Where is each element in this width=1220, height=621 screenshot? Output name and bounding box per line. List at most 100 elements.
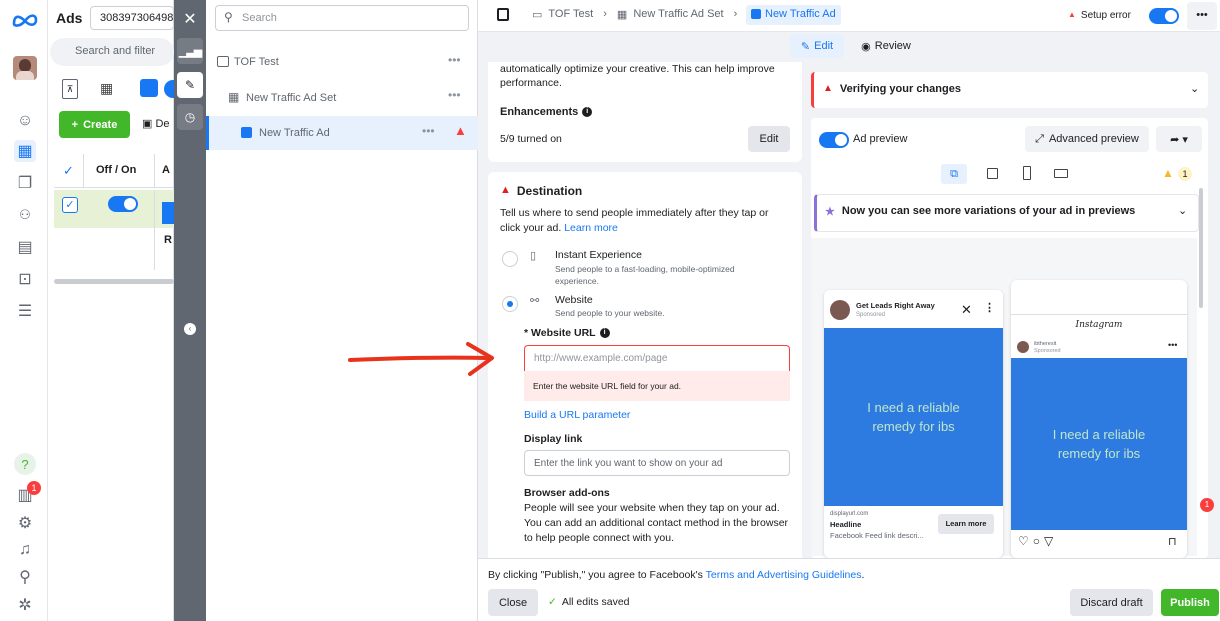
view-toggle[interactable] [164,80,174,98]
help-icon[interactable]: ? [14,453,36,475]
tree-item-ad[interactable]: New Traffic Ad ••• ▲ [206,116,478,150]
more-actions-button[interactable]: ••• [1187,2,1217,30]
website-radio[interactable] [502,296,518,312]
cta-learn-more-button[interactable]: Learn more [938,514,994,534]
share-icon: ➦ ▾ [1170,133,1188,146]
more-horizontal-icon[interactable]: ••• [1168,340,1177,350]
adsets-tab-icon[interactable]: ▦ [100,80,113,97]
breadcrumb-ad[interactable]: New Traffic Ad [746,5,841,25]
chevron-down-icon[interactable]: ⌄ [1178,204,1187,217]
tree-item-adset[interactable]: ▦ New Traffic Ad Set ••• [206,85,478,111]
row-status-toggle[interactable] [108,196,138,212]
website-url-input[interactable]: http://www.example.com/page [524,345,790,371]
advanced-preview-button[interactable]: ⤢ Advanced preview [1025,126,1149,152]
meta-logo-icon[interactable] [12,12,38,28]
placement-all-icon[interactable]: ⧉ [941,164,967,184]
select-all-checkbox[interactable]: ✓ [54,154,84,188]
learn-more-link[interactable]: Learn more [564,222,618,234]
publish-button[interactable]: Publish [1161,589,1219,616]
plus-icon: + [71,118,79,131]
enhancements-title: Enhancements [500,106,579,118]
info-icon[interactable]: i [599,328,610,338]
audiences-icon[interactable]: ⚇ [14,204,36,226]
bell-icon[interactable]: ♫ [14,539,36,561]
more-options-icon[interactable]: ••• [448,88,461,102]
enhancements-card: automatically optimize your creative. Th… [488,62,802,162]
terms-link[interactable]: Terms and Advertising Guidelines [706,569,862,581]
chevron-down-icon[interactable]: ⌄ [1190,82,1199,95]
verifying-banner[interactable]: ▲ Verifying your changes ⌄ [811,72,1208,108]
variations-banner[interactable]: ★ Now you can see more variations of your… [814,194,1199,232]
display-link-input[interactable]: Enter the link you want to show on your … [524,450,790,476]
build-url-parameter-link[interactable]: Build a URL parameter [524,409,630,421]
option-description: Send people to your website. [555,308,665,318]
setup-error-indicator[interactable]: ▲ Setup error [1068,10,1131,21]
heart-icon[interactable]: ♡ [1018,534,1029,548]
placement-landscape-icon[interactable] [1054,169,1068,178]
events-icon[interactable]: ⊡ [14,268,36,290]
pages-icon[interactable]: ❐ [14,172,36,194]
instagram-feed-preview[interactable]: Instagram ibtheresit Sponsored ••• I nee… [1011,280,1187,558]
tree-item-campaign[interactable]: TOF Test ••• [206,50,478,76]
form-scroll-area[interactable]: automatically optimize your creative. Th… [478,62,808,558]
facebook-feed-preview[interactable]: Get Leads Right Away Sponsored ✕ ⋮ I nee… [824,290,1003,558]
search-filter-input[interactable]: Search and filter [50,38,174,66]
breadcrumb-campaign[interactable]: TOF Test [548,8,593,21]
variations-text: Now you can see more variations of your … [841,205,1136,217]
edit-pencil-icon[interactable]: ✎ [177,72,203,98]
comment-icon[interactable]: ○ [1033,534,1040,548]
charts-icon[interactable]: ▁▃▅ [177,38,203,64]
discard-draft-button[interactable]: Discard draft [1070,589,1153,616]
search-icon[interactable]: ⚲ [14,566,36,588]
collapse-chevron-icon[interactable]: ‹ [184,323,196,335]
placement-feed-icon[interactable] [987,168,998,179]
more-vertical-icon[interactable]: ⋮ [984,301,995,314]
sponsored-label: Sponsored [856,312,886,318]
save-status: ✓ All edits saved [548,596,630,608]
duplicate-button[interactable]: ▣ De [142,117,170,130]
editor-footer: By clicking "Publish," you agree to Face… [478,558,1220,621]
share-menu-button[interactable]: ➦ ▾ [1156,126,1202,152]
destination-heading: ▲ Destination [500,184,582,198]
offon-column-header: Off / On [96,164,137,176]
bookmark-icon[interactable]: ⊓ [1168,535,1177,548]
ad-preview-toggle[interactable] [819,132,849,148]
history-clock-icon[interactable]: ◷ [177,104,203,130]
profile-avatar[interactable] [13,56,37,80]
ad-status-toggle[interactable] [1149,8,1179,24]
sidebar-toggle-icon[interactable] [497,8,509,21]
variations-heading: ★ Now you can see more variations of your… [825,205,1135,218]
tab-review[interactable]: ◉ Review [856,34,916,58]
preview-scrollbar[interactable] [1199,188,1203,308]
row-checkbox[interactable]: ✓ [62,197,78,213]
smiley-icon[interactable]: ☺ [14,110,36,132]
send-icon[interactable]: ▽ [1044,534,1053,548]
create-button[interactable]: + Create [59,111,130,138]
close-icon[interactable]: ✕ [961,302,972,318]
ads-tab-icon[interactable] [140,79,158,97]
close-icon[interactable]: ✕ [177,6,203,32]
account-selector[interactable]: 308397306498 [90,6,174,30]
settings-gear-icon[interactable]: ⚙ [14,512,36,534]
global-nav-rail: ☺ ▦ ❐ ⚇ ▤ ⊡ ☰ ? ▥ 1 ⚙ ♫ ⚲ ✲ [0,0,48,621]
instant-experience-radio[interactable] [502,251,518,267]
campaigns-tab-icon[interactable]: ⊼ [62,79,78,99]
info-icon[interactable]: i [582,107,593,117]
horizontal-scrollbar[interactable] [54,279,174,284]
enhancements-edit-button[interactable]: Edit [748,126,790,152]
catalog-icon[interactable]: ▤ [14,236,36,258]
more-options-icon[interactable]: ••• [422,124,435,138]
bug-report-icon[interactable]: ✲ [14,594,36,616]
tab-edit[interactable]: ✎ Edit [790,34,844,58]
ads-manager-grid-icon[interactable]: ▦ [14,140,36,162]
error-triangle-icon: ▲ [823,83,833,94]
more-options-icon[interactable]: ••• [448,53,461,67]
verifying-heading: ▲ Verifying your changes [823,83,961,95]
url-error-message: Enter the website URL field for your ad. [524,371,790,401]
panel-title: Ads [56,10,83,26]
all-tools-menu-icon[interactable]: ☰ [14,300,36,322]
placement-story-icon[interactable] [1023,166,1031,180]
breadcrumb-adset[interactable]: New Traffic Ad Set [633,8,723,21]
tree-search-input[interactable]: Search [215,5,469,31]
close-button[interactable]: Close [488,589,538,616]
